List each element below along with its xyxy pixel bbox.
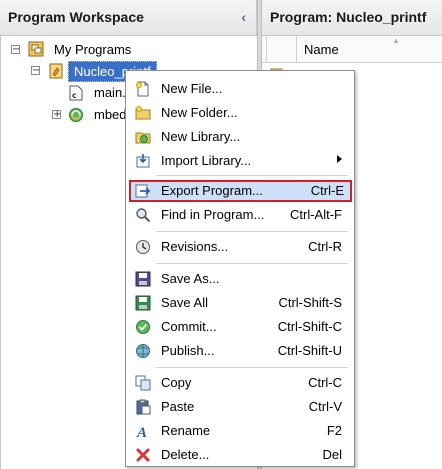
menu-item-publish[interactable]: Publish... Ctrl-Shift-U [131, 340, 350, 362]
save-as-icon [135, 271, 151, 287]
menu-item-find-in-program[interactable]: Find in Program... Ctrl-Alt-F [131, 204, 350, 226]
program-detail-title: Program: Nucleo_printf [270, 9, 427, 25]
menu-item-rename[interactable]: A Rename F2 [131, 420, 350, 442]
menu-item-label: Export Program... [161, 183, 263, 198]
menu-item-export-program[interactable]: Export Program... Ctrl-E [129, 180, 352, 202]
menu-item-revisions[interactable]: Revisions... Ctrl-R [131, 236, 350, 258]
menu-item-label: New Folder... [161, 105, 238, 120]
menu-item-label: Copy [161, 375, 192, 390]
save-all-icon [135, 295, 151, 311]
find-icon [136, 208, 151, 223]
file-list-header [262, 36, 442, 63]
menu-item-label: Publish... [161, 343, 215, 358]
menu-item-save-all[interactable]: Save All Ctrl-Shift-S [131, 292, 350, 314]
collapse-toggle-icon[interactable]: − [11, 45, 20, 55]
menu-item-new-file[interactable]: New File... [131, 78, 350, 100]
commit-icon [136, 320, 150, 334]
menu-item-shortcut: Ctrl-C [308, 375, 342, 390]
menu-item-shortcut: Ctrl-Shift-U [277, 343, 342, 358]
svg-text:A: A [136, 425, 147, 439]
collapse-panel-icon[interactable]: ‹ [241, 9, 246, 25]
menu-item-label: Paste [161, 399, 195, 414]
expand-toggle-icon[interactable]: + [52, 110, 61, 120]
menu-item-shortcut: Ctrl-Shift-C [277, 319, 342, 334]
program-workspace-header: Program Workspace ‹ [0, 0, 257, 36]
c-file-icon: c [69, 85, 83, 101]
submenu-arrow-icon [337, 155, 342, 163]
program-workspace-title: Program Workspace [8, 9, 144, 25]
menu-item-commit[interactable]: Commit... Ctrl-Shift-C [131, 316, 350, 338]
menu-item-shortcut: Ctrl-R [308, 239, 342, 254]
revisions-icon [136, 240, 150, 254]
menu-item-label: New Library... [161, 129, 241, 144]
import-library-icon [136, 154, 150, 168]
paste-icon [136, 399, 151, 415]
menu-item-shortcut: Ctrl-Shift-S [278, 295, 342, 310]
program-detail-header: Program: Nucleo_printf [262, 0, 442, 36]
tree-item-label: My Programs [54, 42, 132, 57]
menu-item-label: Find in Program... [161, 207, 265, 222]
new-file-icon [136, 81, 149, 97]
menu-item-copy[interactable]: Copy Ctrl-C [131, 372, 350, 394]
column-separator [266, 36, 267, 62]
menu-item-label: Rename [161, 423, 211, 438]
delete-icon [136, 448, 150, 462]
svg-text:c: c [72, 91, 77, 100]
menu-item-label: Delete... [161, 447, 210, 462]
menu-item-paste[interactable]: Paste Ctrl-V [131, 396, 350, 418]
menu-item-new-folder[interactable]: New Folder... [131, 102, 350, 124]
menu-separator [156, 263, 348, 264]
program-icon [49, 63, 63, 79]
new-library-icon [135, 132, 151, 144]
new-folder-icon [135, 106, 151, 120]
menu-item-label: Import Library... [161, 153, 252, 168]
menu-item-label: Save As... [161, 271, 220, 286]
library-icon [69, 108, 83, 122]
context-menu: New File... New Folder... New Library...… [125, 70, 355, 467]
menu-separator [156, 175, 348, 176]
menu-item-label: Revisions... [161, 239, 229, 254]
menu-separator [156, 231, 348, 232]
menu-item-shortcut: F2 [326, 423, 342, 438]
menu-item-import-library[interactable]: Import Library... [131, 150, 350, 172]
menu-item-shortcut: Ctrl-Alt-F [290, 207, 342, 222]
publish-icon [136, 344, 150, 358]
menu-item-label: Commit... [161, 319, 217, 334]
tree-item-my-programs[interactable]: − My Programs [0, 40, 257, 60]
sort-ascending-icon: ▲ [392, 36, 400, 45]
menu-item-shortcut: Ctrl-E [310, 183, 344, 198]
rename-icon: A [136, 425, 147, 439]
menu-item-shortcut: Del [322, 447, 342, 462]
menu-item-label: Save All [161, 295, 208, 310]
menu-item-shortcut: Ctrl-V [308, 399, 342, 414]
column-separator [296, 36, 297, 62]
menu-item-delete[interactable]: Delete... Del [131, 444, 350, 466]
tree-item-label: mbed [94, 107, 127, 122]
column-header-name[interactable]: Name [304, 42, 339, 57]
export-icon [135, 184, 151, 198]
menu-item-new-library[interactable]: New Library... [131, 126, 350, 148]
programs-folder-icon [28, 41, 44, 57]
menu-item-label: New File... [161, 81, 223, 96]
copy-icon [135, 375, 151, 391]
menu-item-save-as[interactable]: Save As... [131, 268, 350, 290]
menu-separator [156, 367, 348, 368]
collapse-toggle-icon[interactable]: − [31, 66, 40, 76]
